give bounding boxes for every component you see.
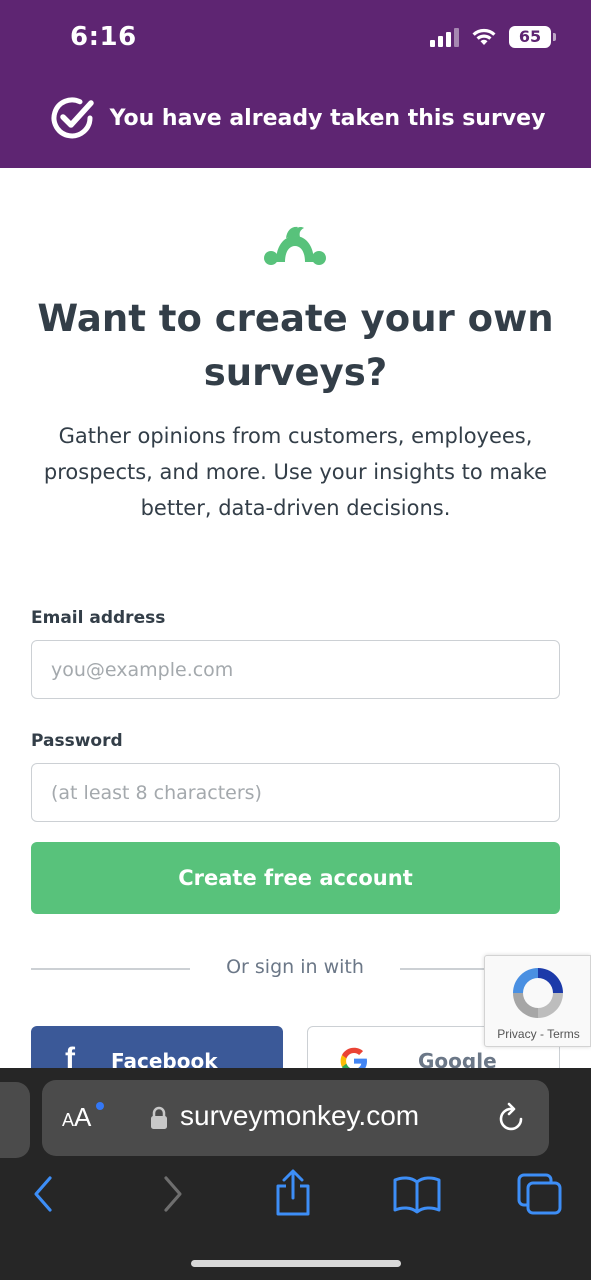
password-label: Password xyxy=(31,731,123,751)
create-account-button[interactable]: Create free account xyxy=(31,842,560,914)
status-icons: 65 xyxy=(430,26,556,48)
recaptcha-badge[interactable]: Privacy - Terms xyxy=(484,955,591,1047)
surveymonkey-logo xyxy=(264,226,326,265)
recaptcha-separator: - xyxy=(539,1027,544,1041)
banner-text: You have already taken this survey xyxy=(109,105,546,131)
bookmarks-icon[interactable] xyxy=(392,1174,442,1214)
text-size-button[interactable]: AA xyxy=(62,1102,91,1133)
share-icon[interactable] xyxy=(272,1168,314,1218)
extension-indicator-dot xyxy=(96,1102,104,1110)
home-indicator xyxy=(191,1260,401,1267)
divider-left xyxy=(31,968,190,970)
check-circle-icon xyxy=(51,97,94,139)
already-taken-banner: You have already taken this survey xyxy=(0,92,591,144)
back-icon[interactable] xyxy=(28,1172,60,1216)
reload-icon[interactable] xyxy=(494,1100,530,1136)
wifi-icon xyxy=(472,28,496,45)
password-field[interactable] xyxy=(31,763,560,822)
page-title: Want to create your own surveys? xyxy=(30,292,561,400)
subtext-line-2: prospects, and more. Use your insights t… xyxy=(43,460,548,484)
survey-completed-header: 6:16 65 You have already taken this surv… xyxy=(0,0,591,168)
subtext-line-3: better, data-driven decisions. xyxy=(140,496,451,520)
status-time: 6:16 xyxy=(70,22,137,52)
address-domain: surveymonkey.com xyxy=(180,1100,420,1131)
email-field[interactable] xyxy=(31,640,560,699)
recaptcha-links: Privacy - Terms xyxy=(485,1027,591,1041)
recaptcha-terms-link[interactable]: Terms xyxy=(547,1027,580,1041)
forward-icon[interactable] xyxy=(156,1172,188,1216)
previous-tab-preview[interactable] xyxy=(0,1082,30,1158)
email-label: Email address xyxy=(31,608,166,628)
subtext-line-1: Gather opinions from customers, employee… xyxy=(58,424,533,448)
browser-toolbar: AA surveymonkey.com xyxy=(0,1068,591,1280)
recaptcha-icon xyxy=(513,968,563,1018)
divider-right xyxy=(400,968,484,970)
lock-icon xyxy=(151,1106,167,1129)
address-bar[interactable]: AA surveymonkey.com xyxy=(42,1080,549,1156)
hero-description: Gather opinions from customers, employee… xyxy=(30,418,561,526)
battery-icon: 65 xyxy=(509,26,556,48)
sign-in-divider-text: Or sign in with xyxy=(226,956,364,978)
recaptcha-privacy-link[interactable]: Privacy xyxy=(497,1027,536,1041)
headline-line-2: surveys? xyxy=(203,351,388,394)
tabs-icon[interactable] xyxy=(516,1172,564,1216)
cellular-signal-icon xyxy=(430,27,459,47)
headline-line-1: Want to create your own xyxy=(37,297,554,340)
